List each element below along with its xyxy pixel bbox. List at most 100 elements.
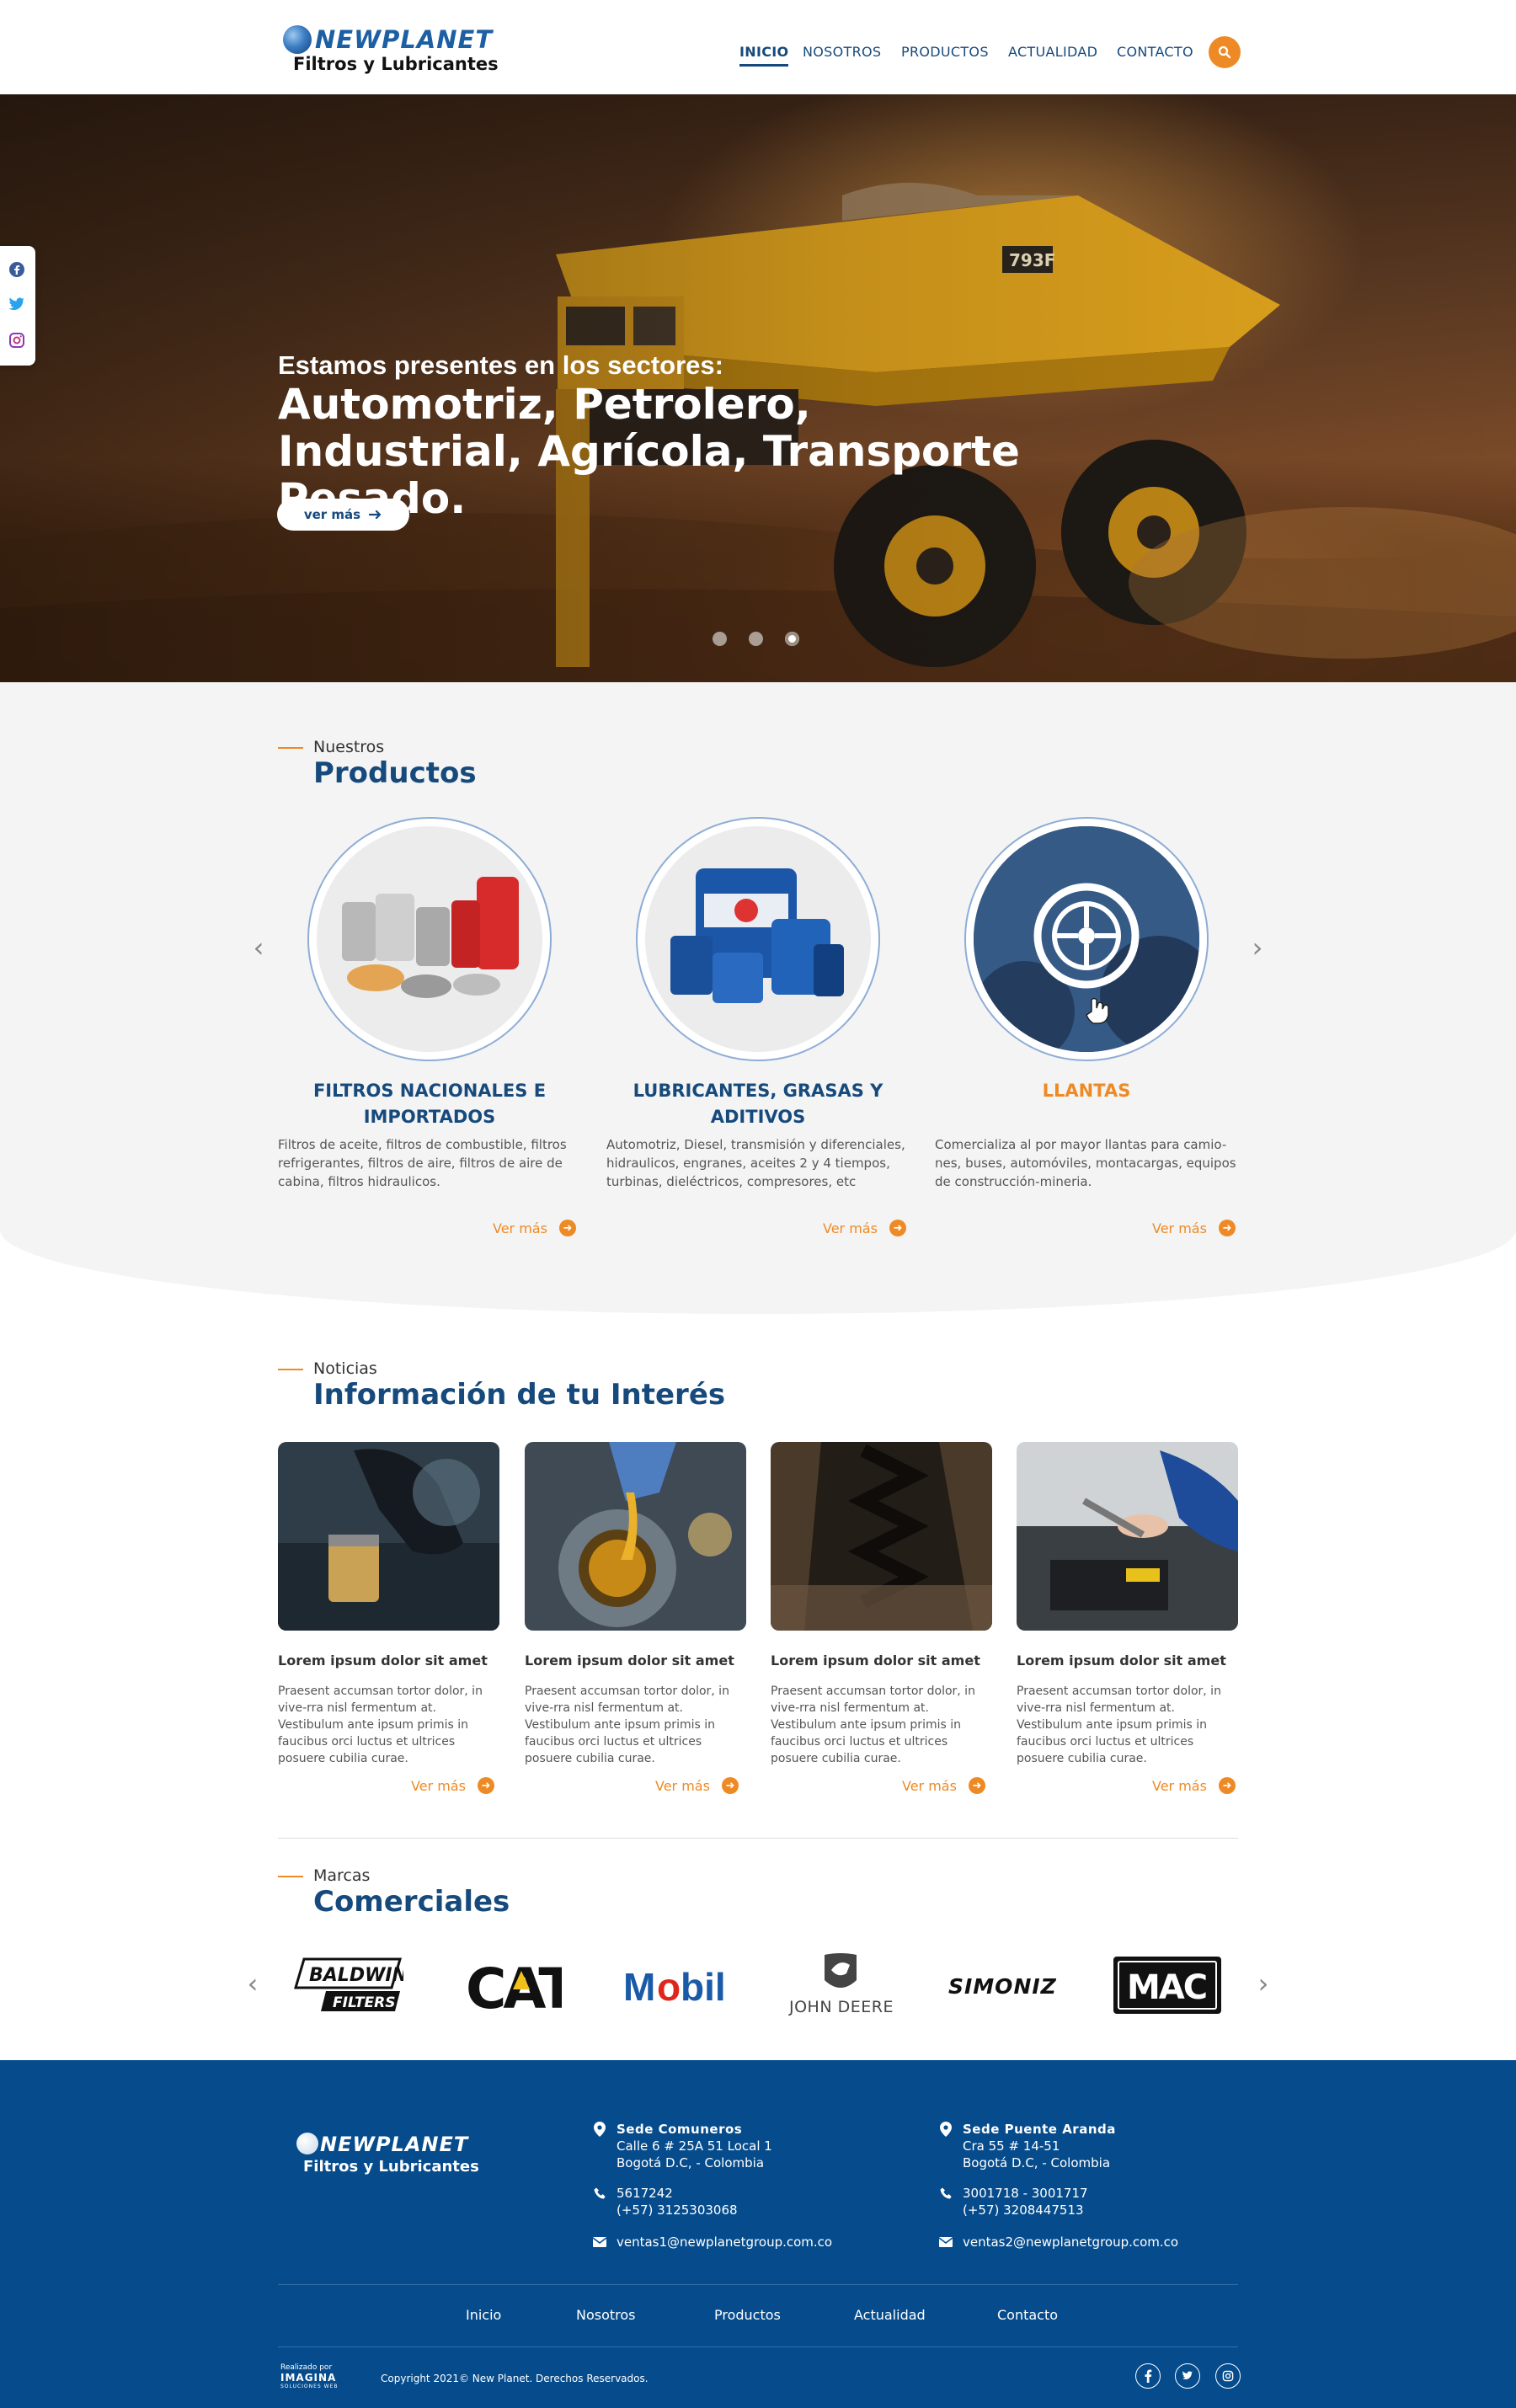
product-description: Automotriz, Diesel, transmisión y difere… [606,1137,905,1189]
instagram-icon [1222,2370,1234,2382]
facebook-icon [1145,2369,1152,2383]
arrow-right-icon: ➜ [1218,1777,1236,1794]
footer-sede-1-email: ventas1@newplanetgroup.com.co [593,2234,832,2250]
globe-icon [296,2133,318,2154]
news-image-battery[interactable] [1017,1442,1238,1631]
product-image-ring[interactable] [307,817,552,1061]
products-prev-arrow[interactable]: ‹ [250,932,267,964]
slider-dot-1[interactable] [713,632,727,646]
footer-instagram-button[interactable] [1215,2363,1241,2389]
sede2-phone1[interactable]: 3001718 - 3001717 [963,2185,1088,2202]
footer-facebook-button[interactable] [1135,2363,1161,2389]
brand-logo-cat[interactable]: CAT [462,1954,563,2016]
sede2-phone2[interactable]: (+57) 3208447513 [963,2202,1088,2218]
site-header: NEWPLANET Filtros y Lubricantes INICIO N… [0,0,1516,94]
brand-logo-mobil[interactable]: M o bil [619,1954,733,2016]
search-button[interactable] [1209,36,1241,68]
sede1-email[interactable]: ventas1@newplanetgroup.com.co [617,2234,832,2250]
news-title[interactable]: Lorem ipsum dolor sit amet [525,1652,746,1669]
imagina-logo[interactable]: Realizado por IMAGINA SOLUCIONES WEB [280,2363,338,2389]
news-title[interactable]: Lorem ipsum dolor sit amet [1017,1652,1238,1669]
brand-logo-mac[interactable]: MAC [1112,1954,1223,2016]
product-title[interactable]: LLANTAS [935,1078,1238,1104]
logo-tagline: Filtros y Lubricantes [293,54,499,74]
sede2-name: Sede Puente Aranda [963,2121,1116,2138]
brands-next-arrow[interactable]: › [1255,1968,1272,2000]
nav-nosotros[interactable]: NOSOTROS [803,44,881,60]
ver-mas-label: Ver más [1152,1777,1207,1794]
ver-mas-label: Ver más [411,1777,466,1794]
slider-dot-3[interactable] [785,632,799,646]
footer-twitter-button[interactable] [1175,2363,1200,2389]
arrow-right-icon: ➜ [889,1220,906,1236]
hero-slider: 793F Estamos presentes en los sectores: … [0,94,1516,682]
product-image-ring[interactable] [964,817,1209,1061]
sede2-email[interactable]: ventas2@newplanetgroup.com.co [963,2234,1178,2250]
brand-baldwin-text: BALDWIN [309,1965,403,1986]
brand-logo-simoniz[interactable]: SIMONIZ [945,1954,1063,2016]
facebook-icon[interactable] [8,261,25,278]
news-title[interactable]: Lorem ipsum dolor sit amet [278,1652,499,1669]
footer-logo[interactable]: NEWPLANET Filtros y Lubricantes [295,2133,497,2183]
mail-icon [593,2235,606,2249]
news-title[interactable]: Lorem ipsum dolor sit amet [771,1652,992,1669]
footer-sede-1: Sede Comuneros Calle 6 # 25A 51 Local 1 … [594,2121,772,2171]
slider-dot-2[interactable] [749,632,763,646]
arrow-right-icon: ➜ [1218,1220,1236,1236]
twitter-icon[interactable] [8,296,25,313]
svg-text:bil: bil [681,1965,726,2009]
sede1-phone2[interactable]: (+57) 3125303068 [617,2202,738,2218]
svg-text:o: o [657,1965,681,2009]
news-excerpt: Praesent accumsan tortor dolor, in vive-… [771,1685,975,1765]
news-image-filter[interactable] [278,1442,499,1631]
sede2-address2: Bogotá D.C, - Colombia [963,2155,1111,2170]
product-ver-mas-link[interactable]: Ver más ➜ [1152,1220,1236,1236]
products-next-arrow[interactable]: › [1249,932,1266,964]
nav-contacto[interactable]: CONTACTO [1117,44,1193,60]
product-title[interactable]: FILTROS NACIONALES E IMPORTADOS [278,1078,581,1130]
product-image-ring[interactable] [636,817,880,1061]
chevron-right-icon: › [1252,932,1263,964]
product-ver-mas-link[interactable]: Ver más ➜ [823,1220,906,1236]
svg-text:CAT: CAT [466,1957,562,2015]
footer-nav-inicio[interactable]: Inicio [466,2307,501,2323]
brand-logo-john-deere[interactable]: JOHN DEERE [783,1953,897,2016]
sede1-address1: Calle 6 # 25A 51 Local 1 [617,2138,772,2154]
arrow-right-icon: ➜ [477,1777,494,1794]
product-title[interactable]: LUBRICANTES, GRASAS Y ADITIVOS [606,1078,910,1130]
hero-ver-mas-button[interactable]: ver más [277,499,409,531]
news-excerpt: Praesent accumsan tortor dolor, in vive-… [1017,1685,1221,1765]
logo-brand: NEWPLANET [315,25,494,54]
footer-nav-actualidad[interactable]: Actualidad [854,2307,926,2323]
news-image-oil[interactable] [525,1442,746,1631]
sede1-phone1[interactable]: 5617242 [617,2185,738,2202]
footer-sede-2-email: ventas2@newplanetgroup.com.co [939,2234,1178,2250]
map-pin-icon [593,2122,606,2137]
site-logo[interactable]: NEWPLANET Filtros y Lubricantes [283,24,512,76]
ver-mas-label: Ver más [493,1220,547,1236]
product-ver-mas-link[interactable]: Ver más ➜ [493,1220,576,1236]
brand-logo-baldwin[interactable]: BALDWIN FILTERS [291,1954,404,2016]
footer-nav-productos[interactable]: Productos [714,2307,781,2323]
brands-prev-arrow[interactable]: ‹ [244,1968,261,2000]
svg-text:MAC: MAC [1127,1968,1206,2007]
twitter-icon [1182,2371,1193,2379]
map-pin-icon [939,2122,953,2137]
instagram-icon[interactable] [8,332,25,349]
nav-inicio[interactable]: INICIO [739,44,789,67]
news-ver-mas-link[interactable]: Ver más ➜ [1152,1777,1236,1794]
footer-nav-contacto[interactable]: Contacto [997,2307,1058,2323]
news-ver-mas-link[interactable]: Ver más ➜ [655,1777,739,1794]
svg-text:SIMONIZ: SIMONIZ [948,1974,1057,1999]
nav-actualidad[interactable]: ACTUALIDAD [1008,44,1097,60]
footer-brand: NEWPLANET [320,2133,469,2156]
chevron-left-icon: ‹ [253,932,264,964]
news-ver-mas-link[interactable]: Ver más ➜ [902,1777,985,1794]
arrow-right-icon: ➜ [968,1777,985,1794]
news-excerpt: Praesent accumsan tortor dolor, in vive-… [278,1685,483,1765]
news-image-tire[interactable] [771,1442,992,1631]
footer-nav-nosotros[interactable]: Nosotros [576,2307,636,2323]
news-ver-mas-link[interactable]: Ver más ➜ [411,1777,494,1794]
footer-sede-1-phones: 5617242 (+57) 3125303068 [594,2185,738,2218]
nav-productos[interactable]: PRODUCTOS [901,44,989,60]
